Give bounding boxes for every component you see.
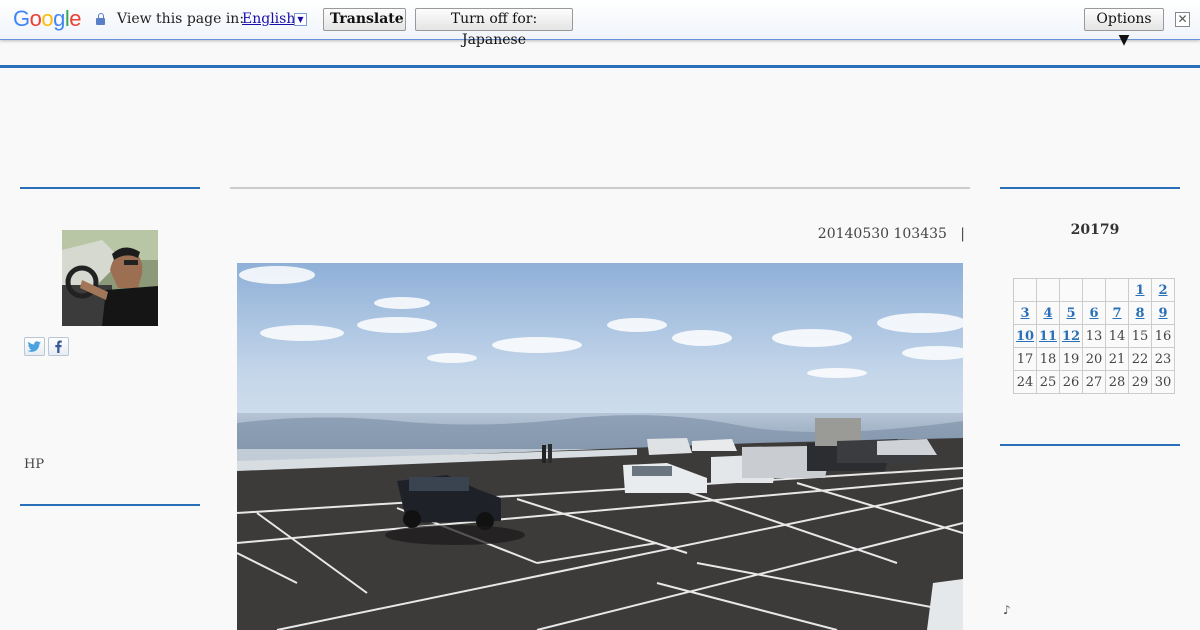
twitter-share-button[interactable] [24,337,45,356]
calendar-day: 27 [1082,370,1106,394]
calendar-day: 29 [1128,370,1152,394]
calendar-day[interactable]: 1 [1128,278,1152,302]
calendar-day[interactable]: 7 [1105,301,1129,325]
avatar [62,230,158,326]
calendar-day: 19 [1059,347,1083,371]
right-sidebar-divider-bottom [1000,444,1180,446]
calendar-day[interactable]: 6 [1082,301,1106,325]
view-page-label: View this page in: [117,11,245,27]
calendar-day[interactable]: 4 [1036,301,1060,325]
header-divider [0,65,1200,68]
facebook-icon [55,340,62,353]
music-note-icon[interactable]: ♪ [1003,603,1011,617]
left-sidebar-divider-top [20,187,200,189]
calendar-week: 10 11 12 13 14 15 16 [1013,324,1175,348]
post-photo[interactable] [237,263,963,630]
calendar-day: 21 [1105,347,1129,371]
calendar-day[interactable]: 3 [1013,301,1037,325]
calendar-day: 24 [1013,370,1037,394]
main-divider [230,187,970,189]
calendar-day [1082,278,1106,302]
hp-link[interactable]: HP [24,457,44,472]
language-dropdown-icon[interactable]: ▼ [294,13,307,26]
calendar-day: 20 [1082,347,1106,371]
facebook-share-button[interactable] [48,337,69,356]
left-sidebar-divider-bottom [20,504,200,506]
calendar-day [1105,278,1129,302]
calendar-title: 20179 [1070,222,1120,238]
calendar-day[interactable]: 12 [1059,324,1083,348]
calendar-day [1013,278,1037,302]
calendar-day[interactable]: 11 [1036,324,1060,348]
calendar-day: 26 [1059,370,1083,394]
calendar-day: 23 [1151,347,1175,371]
calendar-day: 25 [1036,370,1060,394]
calendar-day[interactable]: 10 [1013,324,1037,348]
google-logo: Google [13,6,82,31]
options-button[interactable]: Options ▼ [1084,8,1164,48]
calendar-day: 13 [1082,324,1106,348]
calendar-week: 17 18 19 20 21 22 23 [1013,347,1175,371]
calendar-day[interactable]: 2 [1151,278,1175,302]
calendar-day: 18 [1036,347,1060,371]
calendar-day[interactable]: 9 [1151,301,1175,325]
calendar-grid: 1 2 3 4 5 6 7 8 9 10 11 12 13 14 15 16 17 18 19 20 21 22 23 24 2… [1013,278,1175,394]
calendar-week: 24 25 26 27 28 29 30 [1013,370,1175,394]
translate-button[interactable]: Translate [323,8,406,31]
calendar-day: 28 [1105,370,1129,394]
calendar-day[interactable]: 5 [1059,301,1083,325]
language-selector[interactable]: English [242,11,295,27]
calendar-day[interactable]: 8 [1128,301,1152,325]
calendar-day: 15 [1128,324,1152,348]
calendar-week: 3456789 [1013,301,1175,325]
calendar-week: 12 [1013,278,1175,302]
calendar-day: 17 [1013,347,1037,371]
calendar-day: 14 [1105,324,1129,348]
calendar-day: 30 [1151,370,1175,394]
calendar-day: 22 [1128,347,1152,371]
calendar-day [1036,278,1060,302]
calendar-day [1059,278,1083,302]
turn-off-button[interactable]: Turn off for: Japanese [415,8,573,48]
calendar-day: 16 [1151,324,1175,348]
google-translate-bar: Google View this page in: English ▼ Tran… [0,0,1200,48]
lock-icon [96,13,105,25]
right-sidebar-divider-top [1000,187,1180,189]
close-icon[interactable]: ✕ [1175,12,1190,27]
post-timestamp: 20140530 103435 | [817,226,965,242]
twitter-icon [27,341,41,352]
